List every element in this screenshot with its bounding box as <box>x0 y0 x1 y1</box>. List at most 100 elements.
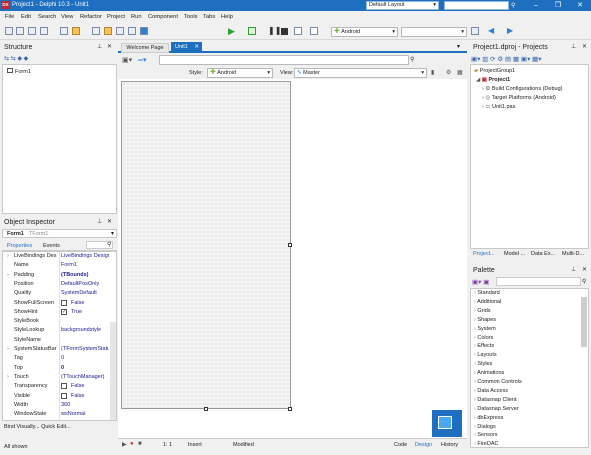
search-icon[interactable]: ⚲ <box>582 278 586 285</box>
palette-category[interactable]: › Grids <box>474 308 491 314</box>
search-icon[interactable]: ⚲ <box>107 241 111 248</box>
tab-model[interactable]: Model ... <box>504 251 525 257</box>
platform-selector[interactable]: ✚ Android ▾ <box>331 27 398 37</box>
style-selector[interactable]: ✚ Android ▾ <box>207 68 273 78</box>
property-value[interactable]: wsNormal <box>61 411 109 417</box>
save-icon[interactable] <box>92 27 100 35</box>
expand-icon[interactable]: › <box>7 374 9 380</box>
options-icon[interactable] <box>140 27 148 35</box>
delete-view-icon[interactable]: ▮ <box>431 69 434 76</box>
tab-history[interactable]: History <box>441 442 458 448</box>
close-icon[interactable]: ✕ <box>194 42 199 52</box>
palette-category[interactable]: › Effects <box>474 343 494 349</box>
scrollbar[interactable] <box>110 322 116 420</box>
tab-project[interactable]: Project... <box>473 251 495 257</box>
palette-category[interactable]: › Animations <box>474 370 504 376</box>
palette-category[interactable]: › Additional <box>474 299 501 305</box>
close-panel-icon[interactable]: ✕ <box>582 266 587 273</box>
tab-data-explorer[interactable]: Data Ex... <box>531 251 555 257</box>
tab-design[interactable]: Design <box>415 442 432 448</box>
folder-icon[interactable] <box>72 27 80 35</box>
component-search-input[interactable] <box>159 55 409 65</box>
palette-toolbar[interactable]: ▣▾ ▣ <box>472 278 489 286</box>
palette-category[interactable]: › System <box>474 326 496 332</box>
checkbox[interactable] <box>61 299 67 306</box>
ide-search-input[interactable] <box>444 1 509 10</box>
property-value[interactable]: 0 <box>61 355 109 361</box>
palette-category[interactable]: › Layouts <box>474 352 497 358</box>
menu-view[interactable]: View <box>61 14 73 20</box>
view-selector[interactable]: ✎ Master ▾ <box>294 68 427 78</box>
tab-unit1[interactable]: Unit1 ✕ <box>171 42 202 53</box>
palette-category[interactable]: › Common Controls <box>474 379 522 385</box>
tree-item[interactable]: › ▭ Unit1.pas <box>482 104 515 110</box>
property-value[interactable]: (TBounds) <box>61 272 109 278</box>
collapse-icon[interactable]: ◢ <box>476 77 480 83</box>
checkbox[interactable]: ✓ <box>61 308 67 315</box>
expand-icon[interactable]: › <box>482 95 484 101</box>
forward-icon[interactable]: ▶ <box>507 26 513 35</box>
layout-selector[interactable]: Default Layout ▾ <box>366 1 439 10</box>
palette-category[interactable]: › dbExpress <box>474 415 503 421</box>
expand-icon[interactable]: › <box>482 104 484 110</box>
stop-macro-icon[interactable]: ■ <box>138 441 142 447</box>
open-icon[interactable] <box>16 27 24 35</box>
align-icon[interactable]: ═▾ <box>138 56 146 64</box>
palette-category[interactable]: › Shapes <box>474 317 496 323</box>
tab-events[interactable]: Events <box>43 243 60 249</box>
menu-search[interactable]: Search <box>38 14 56 20</box>
menu-project[interactable]: Project <box>107 14 125 20</box>
tree-item[interactable]: › ⚙ Build Configurations (Debug) <box>482 86 562 92</box>
property-value[interactable]: (TFormSystemStatu <box>61 346 109 352</box>
close-button[interactable]: ✕ <box>569 0 591 11</box>
menu-component[interactable]: Component <box>148 14 178 20</box>
checkbox[interactable] <box>61 392 67 399</box>
trace-into-icon[interactable] <box>310 27 318 35</box>
tree-item[interactable]: Form1 <box>7 68 31 75</box>
pin-icon[interactable]: ⊥ <box>571 266 576 273</box>
new-icon[interactable] <box>5 27 13 35</box>
menu-file[interactable]: File <box>5 14 14 20</box>
device-selector[interactable]: ▾ <box>401 27 467 37</box>
tab-multi-device[interactable]: Multi-D... <box>562 251 584 257</box>
property-value[interactable]: True <box>71 309 119 315</box>
property-value[interactable]: backgroundstyle <box>61 327 109 333</box>
resize-handle[interactable] <box>288 243 292 247</box>
tree-item[interactable]: ▰ ProjectGroup1 <box>474 68 515 74</box>
save-all-icon[interactable] <box>28 27 36 35</box>
search-icon[interactable]: ⚲ <box>410 56 414 63</box>
minimize-button[interactable]: – <box>525 0 547 11</box>
form-surface[interactable] <box>121 81 291 409</box>
pin-icon[interactable]: ⊥ <box>97 43 102 50</box>
palette-category[interactable]: › Datasnap Client <box>474 397 517 403</box>
scrollbar[interactable] <box>581 297 587 347</box>
play-macro-icon[interactable]: ▶ <box>122 441 127 448</box>
property-value[interactable]: LiveBindings Design <box>61 253 109 259</box>
object-selector[interactable]: Form1 TForm1 ▾ <box>2 229 117 238</box>
palette-category[interactable]: › FireDAC <box>474 441 498 447</box>
resize-handle[interactable] <box>204 407 208 411</box>
property-value[interactable]: 360 <box>61 402 109 408</box>
menu-edit[interactable]: Edit <box>21 14 31 20</box>
tab-code[interactable]: Code <box>394 442 407 448</box>
pin-icon[interactable]: ⊥ <box>571 43 576 50</box>
checkbox[interactable] <box>61 383 67 390</box>
tab-properties[interactable]: Properties <box>7 243 32 249</box>
palette-category[interactable]: › Data Access <box>474 388 508 394</box>
run-without-debug-icon[interactable] <box>248 27 256 35</box>
step-over-icon[interactable] <box>294 27 302 35</box>
tree-item[interactable]: › ◎ Target Platforms (Android) <box>482 95 556 101</box>
search-icon[interactable]: ⚲ <box>511 2 515 9</box>
palette-search-input[interactable] <box>496 277 581 286</box>
restore-button[interactable]: ❐ <box>547 0 569 11</box>
property-value[interactable]: SystemDefault <box>61 290 109 296</box>
chevron-down-icon[interactable]: ▾ <box>457 43 460 50</box>
record-macro-icon[interactable]: ● <box>130 441 134 447</box>
property-value[interactable]: 0 <box>61 365 109 371</box>
property-value[interactable]: DefaultPosOnly <box>61 281 109 287</box>
run-icon[interactable]: ▶ <box>228 26 235 37</box>
tree-item[interactable]: ◢ ▣ Project1 <box>476 77 510 83</box>
new-file-icon[interactable] <box>60 27 68 35</box>
property-value[interactable]: False <box>71 383 119 389</box>
property-value[interactable]: False <box>71 393 119 399</box>
